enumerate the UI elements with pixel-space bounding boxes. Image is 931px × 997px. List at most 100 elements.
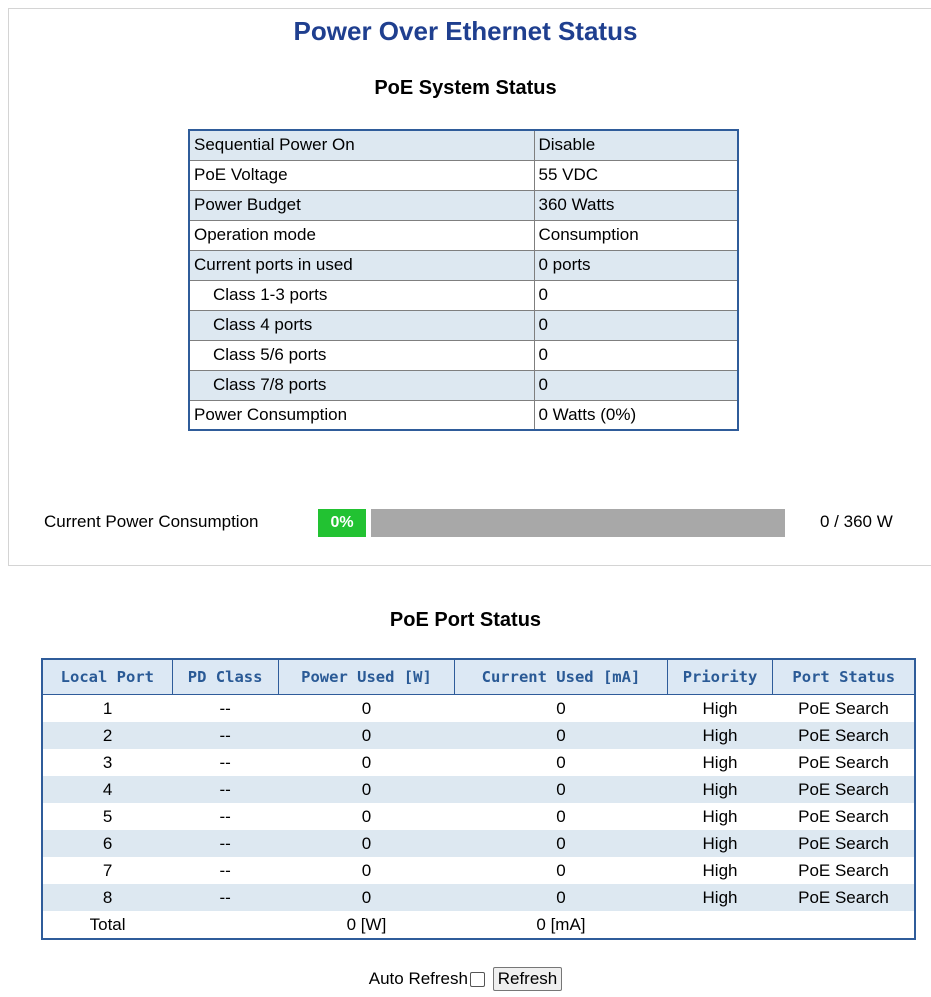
column-header: PD Class — [171, 658, 279, 695]
table-row: 2 -- 0 0 High PoE Search — [42, 722, 915, 749]
priority: High — [667, 857, 773, 884]
port-number: 1 — [42, 694, 173, 722]
system-status-value: Disable — [533, 129, 739, 161]
system-status-value: 0 — [533, 339, 739, 371]
current-used: 0 — [454, 884, 668, 911]
system-status-value: 0 Watts (0%) — [533, 399, 739, 431]
system-status-label: Current ports in used — [188, 249, 535, 281]
port-number: 5 — [42, 803, 173, 830]
total-label: Total — [42, 911, 173, 939]
system-status-row: Power Consumption 0 Watts (0%) — [188, 399, 739, 431]
refresh-controls: Auto Refresh Refresh — [0, 967, 931, 991]
priority: High — [667, 803, 773, 830]
port-status-title: PoE Port Status — [389, 609, 542, 631]
port-status: PoE Search — [772, 803, 915, 830]
system-status-row: Class 5/6 ports 0 — [188, 339, 739, 371]
power-consumption-meter: Current Power Consumption 0% 0 / 360 W — [0, 507, 931, 537]
auto-refresh-label[interactable]: Auto Refresh — [369, 969, 468, 988]
total-current: 0 [mA] — [454, 911, 668, 939]
total-row: Total 0 [W] 0 [mA] — [42, 911, 915, 939]
refresh-button[interactable]: Refresh — [492, 967, 563, 991]
port-status: PoE Search — [772, 749, 915, 776]
pd-class: -- — [172, 830, 279, 857]
pd-class: -- — [172, 694, 279, 722]
port-number: 2 — [42, 722, 173, 749]
system-status-row: Class 4 ports 0 — [188, 309, 739, 341]
system-status-row: Power Budget 360 Watts — [188, 189, 739, 221]
system-status-title: PoE System Status — [374, 77, 557, 99]
pd-class: -- — [172, 776, 279, 803]
port-number: 3 — [42, 749, 173, 776]
system-status-row: Operation mode Consumption — [188, 219, 739, 251]
port-number: 8 — [42, 884, 173, 911]
port-status: PoE Search — [772, 722, 915, 749]
consumption-bar-gap — [366, 509, 371, 537]
port-status: PoE Search — [772, 830, 915, 857]
pd-class: -- — [172, 803, 279, 830]
system-status-label: Class 1-3 ports — [188, 279, 535, 311]
current-used: 0 — [454, 857, 668, 884]
system-status-row: Class 1-3 ports 0 — [188, 279, 739, 311]
auto-refresh-checkbox[interactable] — [469, 971, 485, 987]
port-status: PoE Search — [772, 694, 915, 722]
current-used: 0 — [454, 776, 668, 803]
power-used: 0 — [278, 749, 455, 776]
power-used: 0 — [278, 830, 455, 857]
table-row: 1 -- 0 0 High PoE Search — [42, 694, 915, 722]
current-used: 0 — [454, 803, 668, 830]
priority: High — [667, 830, 773, 857]
pd-class: -- — [172, 884, 279, 911]
current-used: 0 — [454, 722, 668, 749]
priority: High — [667, 722, 773, 749]
table-row: 6 -- 0 0 High PoE Search — [42, 830, 915, 857]
priority: High — [667, 776, 773, 803]
system-status-label: Power Budget — [188, 189, 535, 221]
power-used: 0 — [278, 722, 455, 749]
priority: High — [667, 749, 773, 776]
consumption-label: Current Power Consumption — [44, 512, 259, 531]
total-priority — [667, 911, 773, 939]
system-status-value: 0 — [533, 369, 739, 401]
system-status-row: Current ports in used 0 ports — [188, 249, 739, 281]
system-status-row: PoE Voltage 55 VDC — [188, 159, 739, 191]
consumption-bar: 0% — [318, 509, 785, 537]
current-used: 0 — [454, 749, 668, 776]
pd-class: -- — [172, 722, 279, 749]
table-row: 7 -- 0 0 High PoE Search — [42, 857, 915, 884]
system-status-label: Class 5/6 ports — [188, 339, 535, 371]
port-number: 6 — [42, 830, 173, 857]
power-used: 0 — [278, 884, 455, 911]
table-header-row: Local Port PD Class Power Used [W] Current … — [41, 658, 916, 695]
total-status — [772, 911, 915, 939]
consumption-bar-fill: 0% — [318, 509, 366, 537]
port-status: PoE Search — [772, 776, 915, 803]
system-status-table: Sequential Power On Disable PoE Voltage 55 … — [188, 129, 739, 431]
total-pd-class — [172, 911, 279, 939]
system-status-label: Sequential Power On — [188, 129, 535, 161]
system-status-label: Operation mode — [188, 219, 535, 251]
system-status-label: Power Consumption — [188, 399, 535, 431]
table-row: 8 -- 0 0 High PoE Search — [42, 884, 915, 911]
system-status-value: 0 ports — [533, 249, 739, 281]
column-header: Local Port — [41, 658, 173, 695]
current-used: 0 — [454, 694, 668, 722]
power-used: 0 — [278, 803, 455, 830]
table-row: 3 -- 0 0 High PoE Search — [42, 749, 915, 776]
system-status-row: Sequential Power On Disable — [188, 129, 739, 161]
page-title: Power Over Ethernet Status — [293, 16, 638, 46]
system-status-label: PoE Voltage — [188, 159, 535, 191]
column-header: Current Used [mA] — [454, 658, 668, 695]
system-status-value: Consumption — [533, 219, 739, 251]
system-status-row: Class 7/8 ports 0 — [188, 369, 739, 401]
port-status: PoE Search — [772, 857, 915, 884]
priority: High — [667, 694, 773, 722]
system-status-value: 0 — [533, 279, 739, 311]
table-row: 5 -- 0 0 High PoE Search — [42, 803, 915, 830]
system-status-value: 0 — [533, 309, 739, 341]
system-status-value: 55 VDC — [533, 159, 739, 191]
column-header: Power Used [W] — [277, 658, 456, 695]
table-row: 4 -- 0 0 High PoE Search — [42, 776, 915, 803]
column-header: Priority — [666, 658, 774, 695]
pd-class: -- — [172, 857, 279, 884]
power-used: 0 — [278, 857, 455, 884]
